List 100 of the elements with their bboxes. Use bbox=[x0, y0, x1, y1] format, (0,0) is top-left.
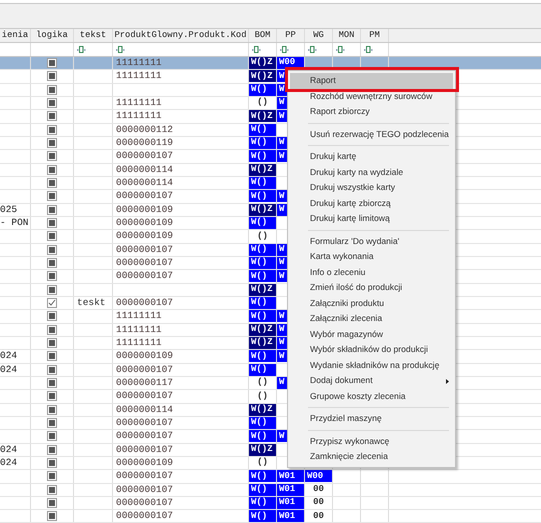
table-cell: 025 bbox=[0, 204, 18, 216]
table-cell: 0000000107 bbox=[116, 364, 174, 376]
bom-cell: W()Z bbox=[249, 204, 276, 216]
checkbox[interactable] bbox=[47, 138, 57, 148]
table-cell: 11111111 bbox=[116, 310, 162, 323]
bom-cell: W()Z bbox=[249, 110, 276, 122]
checkbox[interactable] bbox=[47, 98, 57, 108]
column-header[interactable]: tekst bbox=[80, 29, 106, 42]
bom-cell: W() bbox=[249, 510, 276, 522]
text-filter-icon[interactable] bbox=[336, 46, 345, 53]
checkbox[interactable] bbox=[47, 498, 57, 508]
text-filter-icon[interactable] bbox=[252, 46, 261, 53]
column-header[interactable]: PM bbox=[369, 29, 380, 42]
table-cell: 0000000114 bbox=[116, 164, 174, 176]
table-cell: 0000000107 bbox=[116, 244, 174, 256]
checkbox[interactable] bbox=[47, 258, 57, 268]
checkbox[interactable] bbox=[47, 298, 57, 308]
checkbox[interactable] bbox=[47, 218, 57, 228]
checkbox[interactable] bbox=[47, 191, 57, 202]
text-filter-icon[interactable] bbox=[116, 46, 125, 53]
text-filter-icon[interactable] bbox=[364, 46, 373, 53]
column-header[interactable]: MON bbox=[338, 29, 354, 42]
table-row[interactable]: 0000000107 W() W01 00 bbox=[0, 496, 541, 510]
bom-cell: W() bbox=[249, 484, 276, 496]
menu-item[interactable]: Grupowe koszty zlecenia bbox=[290, 388, 453, 404]
column-header[interactable]: logika bbox=[36, 29, 68, 42]
checkbox[interactable] bbox=[47, 364, 57, 375]
bom-cell: W() bbox=[249, 177, 276, 190]
bom-cell: W()Z bbox=[249, 57, 276, 70]
checkbox[interactable] bbox=[47, 58, 57, 68]
column-header[interactable]: PP bbox=[285, 29, 296, 42]
filter-cell[interactable] bbox=[305, 43, 333, 56]
bom-cell: W() bbox=[249, 150, 276, 162]
submenu-arrow-icon bbox=[446, 379, 449, 384]
checkbox[interactable] bbox=[47, 178, 57, 188]
filter-cell[interactable] bbox=[333, 43, 361, 56]
checkbox[interactable] bbox=[47, 84, 57, 95]
filter-cell[interactable] bbox=[277, 43, 305, 56]
bom-cell: W() bbox=[249, 190, 276, 202]
table-row[interactable]: 0000000107 W() W01 W00 bbox=[0, 470, 541, 484]
table-row[interactable]: 0000000107 W() W01 00 bbox=[0, 510, 541, 523]
pp-cell: W01 bbox=[277, 470, 304, 482]
filter-cell[interactable] bbox=[249, 43, 277, 56]
table-cell: 0000000112 bbox=[116, 124, 174, 136]
checkbox[interactable] bbox=[47, 324, 57, 335]
filter-cell[interactable] bbox=[74, 43, 113, 56]
checkbox[interactable] bbox=[47, 111, 57, 122]
checkbox[interactable] bbox=[47, 378, 57, 388]
checkbox[interactable] bbox=[47, 338, 57, 348]
checkbox[interactable] bbox=[47, 271, 57, 282]
table-cell: 024 bbox=[0, 364, 18, 376]
table-cell: 0000000107 bbox=[116, 270, 174, 283]
table-cell: 0000000114 bbox=[116, 176, 174, 190]
menu-item[interactable]: Załączniki produktu bbox=[290, 296, 453, 311]
checkbox[interactable] bbox=[47, 284, 57, 295]
filter-cell[interactable] bbox=[361, 43, 389, 56]
checkbox[interactable] bbox=[47, 511, 57, 522]
checkbox[interactable] bbox=[47, 244, 57, 255]
checkbox[interactable] bbox=[47, 444, 57, 455]
filter-cell[interactable] bbox=[113, 43, 249, 56]
column-header[interactable]: ProduktGlowny.Produkt.Kod bbox=[114, 29, 246, 42]
checkbox[interactable] bbox=[47, 458, 57, 468]
text-filter-icon[interactable] bbox=[280, 46, 289, 53]
table-cell: 11111111 bbox=[116, 70, 162, 83]
text-filter-icon[interactable] bbox=[77, 46, 86, 53]
bom-cell: W()Z bbox=[249, 337, 276, 350]
column-header[interactable]: WG bbox=[313, 29, 324, 42]
pp-cell: W01 bbox=[277, 510, 304, 522]
table-cell: 0000000107 bbox=[116, 496, 174, 510]
bom-cell: W() bbox=[249, 417, 276, 430]
column-header[interactable]: ienia bbox=[2, 29, 28, 42]
checkbox[interactable] bbox=[47, 484, 57, 495]
text-filter-icon[interactable] bbox=[308, 46, 317, 53]
table-cell: 0000000107 bbox=[116, 444, 174, 456]
table-cell: 0000000109 bbox=[116, 350, 174, 363]
table-cell: 0000000107 bbox=[116, 190, 174, 203]
checkbox[interactable] bbox=[47, 311, 57, 322]
bom-cell: W() bbox=[249, 350, 276, 362]
checkbox[interactable] bbox=[47, 231, 57, 242]
checkbox[interactable] bbox=[47, 151, 57, 162]
table-row[interactable]: 11111111 W()Z W00 bbox=[0, 57, 541, 70]
table-cell: 0000000107 bbox=[116, 416, 174, 430]
checkbox[interactable] bbox=[47, 471, 57, 482]
bom-cell: W() bbox=[249, 364, 276, 376]
checkbox[interactable] bbox=[47, 204, 57, 215]
checkbox[interactable] bbox=[47, 124, 57, 135]
table-cell: 11111111 bbox=[116, 336, 162, 350]
menu-item[interactable]: Raport bbox=[290, 73, 453, 88]
table-cell: 0000000107 bbox=[116, 484, 174, 496]
bom-cell: W()Z bbox=[249, 404, 276, 416]
checkbox[interactable] bbox=[47, 404, 57, 415]
checkbox[interactable] bbox=[47, 418, 57, 428]
table-row[interactable]: 0000000107 W() W01 00 bbox=[0, 484, 541, 497]
checkbox[interactable] bbox=[47, 391, 57, 402]
checkbox[interactable] bbox=[47, 71, 57, 82]
checkbox[interactable] bbox=[47, 164, 57, 175]
checkbox[interactable] bbox=[47, 431, 57, 442]
checkbox[interactable] bbox=[47, 351, 57, 362]
table-cell: - PON bbox=[0, 216, 29, 230]
column-header[interactable]: BOM bbox=[254, 29, 270, 42]
